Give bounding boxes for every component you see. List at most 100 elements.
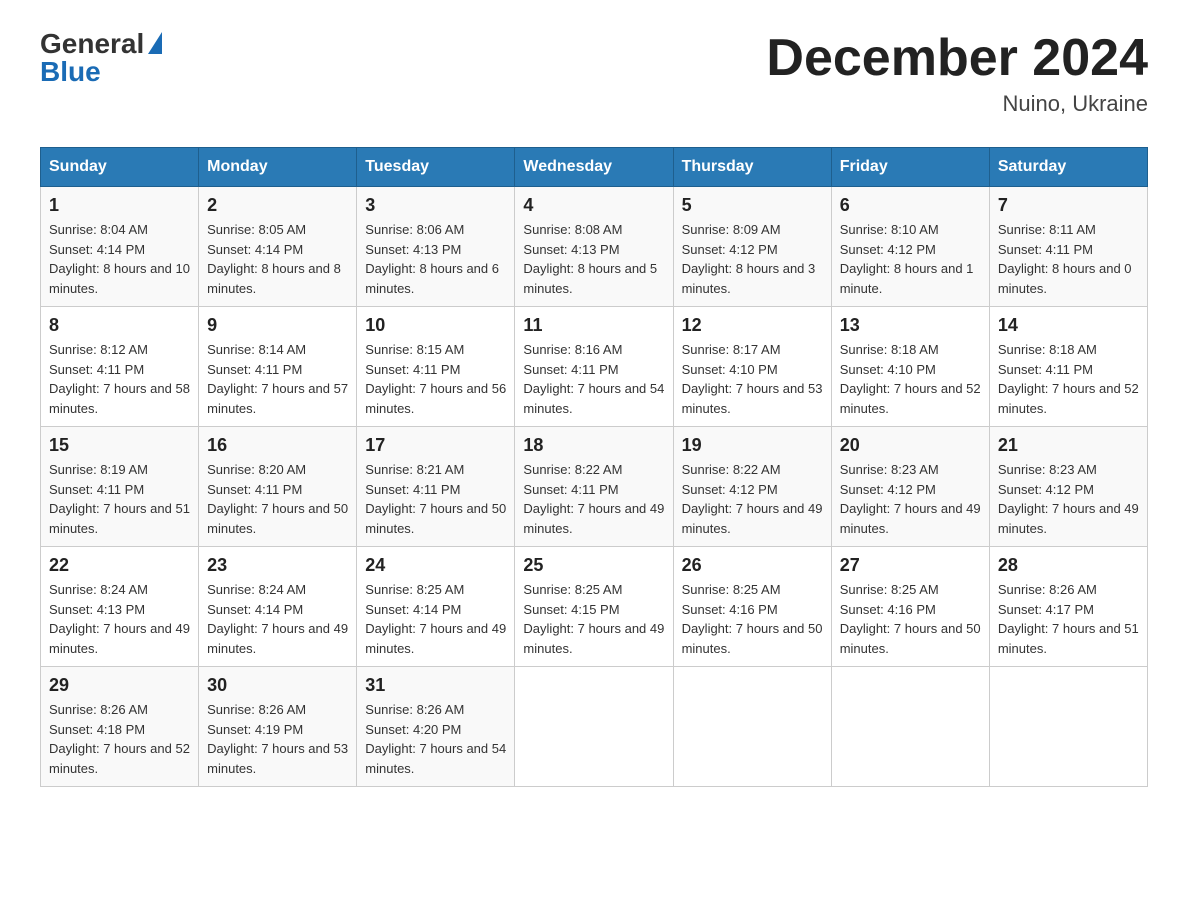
day-number: 18: [523, 435, 664, 456]
day-number: 9: [207, 315, 348, 336]
day-info: Sunrise: 8:14 AM Sunset: 4:11 PM Dayligh…: [207, 340, 348, 418]
day-number: 26: [682, 555, 823, 576]
day-number: 25: [523, 555, 664, 576]
calendar-cell: 12 Sunrise: 8:17 AM Sunset: 4:10 PM Dayl…: [673, 307, 831, 427]
calendar-cell: [989, 667, 1147, 787]
calendar-cell: 23 Sunrise: 8:24 AM Sunset: 4:14 PM Dayl…: [199, 547, 357, 667]
day-info: Sunrise: 8:22 AM Sunset: 4:11 PM Dayligh…: [523, 460, 664, 538]
day-number: 31: [365, 675, 506, 696]
day-number: 15: [49, 435, 190, 456]
day-info: Sunrise: 8:26 AM Sunset: 4:20 PM Dayligh…: [365, 700, 506, 778]
day-number: 24: [365, 555, 506, 576]
day-number: 21: [998, 435, 1139, 456]
day-number: 20: [840, 435, 981, 456]
day-number: 19: [682, 435, 823, 456]
logo: General Blue: [40, 30, 162, 86]
calendar-cell: 20 Sunrise: 8:23 AM Sunset: 4:12 PM Dayl…: [831, 427, 989, 547]
calendar-table: Sunday Monday Tuesday Wednesday Thursday…: [40, 147, 1148, 787]
day-info: Sunrise: 8:09 AM Sunset: 4:12 PM Dayligh…: [682, 220, 823, 298]
weekday-header-row: Sunday Monday Tuesday Wednesday Thursday…: [41, 148, 1148, 187]
day-info: Sunrise: 8:04 AM Sunset: 4:14 PM Dayligh…: [49, 220, 190, 298]
logo-blue-text: Blue: [40, 58, 101, 86]
day-info: Sunrise: 8:26 AM Sunset: 4:19 PM Dayligh…: [207, 700, 348, 778]
day-number: 17: [365, 435, 506, 456]
calendar-cell: 27 Sunrise: 8:25 AM Sunset: 4:16 PM Dayl…: [831, 547, 989, 667]
calendar-cell: 5 Sunrise: 8:09 AM Sunset: 4:12 PM Dayli…: [673, 187, 831, 307]
calendar-cell: 3 Sunrise: 8:06 AM Sunset: 4:13 PM Dayli…: [357, 187, 515, 307]
day-info: Sunrise: 8:08 AM Sunset: 4:13 PM Dayligh…: [523, 220, 664, 298]
day-info: Sunrise: 8:17 AM Sunset: 4:10 PM Dayligh…: [682, 340, 823, 418]
calendar-cell: 7 Sunrise: 8:11 AM Sunset: 4:11 PM Dayli…: [989, 187, 1147, 307]
day-info: Sunrise: 8:10 AM Sunset: 4:12 PM Dayligh…: [840, 220, 981, 298]
day-info: Sunrise: 8:23 AM Sunset: 4:12 PM Dayligh…: [998, 460, 1139, 538]
day-number: 22: [49, 555, 190, 576]
day-info: Sunrise: 8:24 AM Sunset: 4:14 PM Dayligh…: [207, 580, 348, 658]
day-info: Sunrise: 8:16 AM Sunset: 4:11 PM Dayligh…: [523, 340, 664, 418]
day-number: 8: [49, 315, 190, 336]
day-number: 10: [365, 315, 506, 336]
calendar-cell: 31 Sunrise: 8:26 AM Sunset: 4:20 PM Dayl…: [357, 667, 515, 787]
calendar-cell: 25 Sunrise: 8:25 AM Sunset: 4:15 PM Dayl…: [515, 547, 673, 667]
day-number: 3: [365, 195, 506, 216]
calendar-cell: 10 Sunrise: 8:15 AM Sunset: 4:11 PM Dayl…: [357, 307, 515, 427]
page-header: General Blue December 2024 Nuino, Ukrain…: [40, 30, 1148, 117]
day-info: Sunrise: 8:24 AM Sunset: 4:13 PM Dayligh…: [49, 580, 190, 658]
header-thursday: Thursday: [673, 148, 831, 187]
day-number: 12: [682, 315, 823, 336]
calendar-cell: 24 Sunrise: 8:25 AM Sunset: 4:14 PM Dayl…: [357, 547, 515, 667]
calendar-subtitle: Nuino, Ukraine: [766, 91, 1148, 117]
day-info: Sunrise: 8:22 AM Sunset: 4:12 PM Dayligh…: [682, 460, 823, 538]
day-info: Sunrise: 8:06 AM Sunset: 4:13 PM Dayligh…: [365, 220, 506, 298]
calendar-cell: 18 Sunrise: 8:22 AM Sunset: 4:11 PM Dayl…: [515, 427, 673, 547]
logo-general-text: General: [40, 30, 144, 58]
day-number: 4: [523, 195, 664, 216]
day-info: Sunrise: 8:26 AM Sunset: 4:18 PM Dayligh…: [49, 700, 190, 778]
day-number: 1: [49, 195, 190, 216]
day-number: 7: [998, 195, 1139, 216]
calendar-cell: 26 Sunrise: 8:25 AM Sunset: 4:16 PM Dayl…: [673, 547, 831, 667]
calendar-cell: 30 Sunrise: 8:26 AM Sunset: 4:19 PM Dayl…: [199, 667, 357, 787]
title-block: December 2024 Nuino, Ukraine: [766, 30, 1148, 117]
day-info: Sunrise: 8:15 AM Sunset: 4:11 PM Dayligh…: [365, 340, 506, 418]
calendar-cell: [515, 667, 673, 787]
day-info: Sunrise: 8:25 AM Sunset: 4:15 PM Dayligh…: [523, 580, 664, 658]
calendar-cell: 17 Sunrise: 8:21 AM Sunset: 4:11 PM Dayl…: [357, 427, 515, 547]
day-info: Sunrise: 8:25 AM Sunset: 4:16 PM Dayligh…: [682, 580, 823, 658]
calendar-cell: 1 Sunrise: 8:04 AM Sunset: 4:14 PM Dayli…: [41, 187, 199, 307]
day-number: 28: [998, 555, 1139, 576]
day-info: Sunrise: 8:25 AM Sunset: 4:16 PM Dayligh…: [840, 580, 981, 658]
calendar-week-row: 15 Sunrise: 8:19 AM Sunset: 4:11 PM Dayl…: [41, 427, 1148, 547]
day-number: 27: [840, 555, 981, 576]
day-number: 11: [523, 315, 664, 336]
day-info: Sunrise: 8:23 AM Sunset: 4:12 PM Dayligh…: [840, 460, 981, 538]
calendar-cell: 9 Sunrise: 8:14 AM Sunset: 4:11 PM Dayli…: [199, 307, 357, 427]
day-number: 29: [49, 675, 190, 696]
calendar-cell: 11 Sunrise: 8:16 AM Sunset: 4:11 PM Dayl…: [515, 307, 673, 427]
header-saturday: Saturday: [989, 148, 1147, 187]
day-info: Sunrise: 8:05 AM Sunset: 4:14 PM Dayligh…: [207, 220, 348, 298]
day-info: Sunrise: 8:21 AM Sunset: 4:11 PM Dayligh…: [365, 460, 506, 538]
header-friday: Friday: [831, 148, 989, 187]
calendar-cell: 28 Sunrise: 8:26 AM Sunset: 4:17 PM Dayl…: [989, 547, 1147, 667]
logo-triangle-icon: [148, 32, 162, 54]
day-number: 6: [840, 195, 981, 216]
day-info: Sunrise: 8:11 AM Sunset: 4:11 PM Dayligh…: [998, 220, 1139, 298]
calendar-week-row: 8 Sunrise: 8:12 AM Sunset: 4:11 PM Dayli…: [41, 307, 1148, 427]
calendar-cell: 19 Sunrise: 8:22 AM Sunset: 4:12 PM Dayl…: [673, 427, 831, 547]
day-info: Sunrise: 8:19 AM Sunset: 4:11 PM Dayligh…: [49, 460, 190, 538]
calendar-cell: [673, 667, 831, 787]
day-info: Sunrise: 8:26 AM Sunset: 4:17 PM Dayligh…: [998, 580, 1139, 658]
calendar-cell: 8 Sunrise: 8:12 AM Sunset: 4:11 PM Dayli…: [41, 307, 199, 427]
calendar-cell: 15 Sunrise: 8:19 AM Sunset: 4:11 PM Dayl…: [41, 427, 199, 547]
day-info: Sunrise: 8:18 AM Sunset: 4:10 PM Dayligh…: [840, 340, 981, 418]
day-number: 2: [207, 195, 348, 216]
day-info: Sunrise: 8:25 AM Sunset: 4:14 PM Dayligh…: [365, 580, 506, 658]
calendar-cell: 13 Sunrise: 8:18 AM Sunset: 4:10 PM Dayl…: [831, 307, 989, 427]
calendar-title: December 2024: [766, 30, 1148, 87]
day-number: 5: [682, 195, 823, 216]
calendar-cell: 29 Sunrise: 8:26 AM Sunset: 4:18 PM Dayl…: [41, 667, 199, 787]
header-monday: Monday: [199, 148, 357, 187]
header-tuesday: Tuesday: [357, 148, 515, 187]
day-number: 14: [998, 315, 1139, 336]
calendar-cell: 4 Sunrise: 8:08 AM Sunset: 4:13 PM Dayli…: [515, 187, 673, 307]
